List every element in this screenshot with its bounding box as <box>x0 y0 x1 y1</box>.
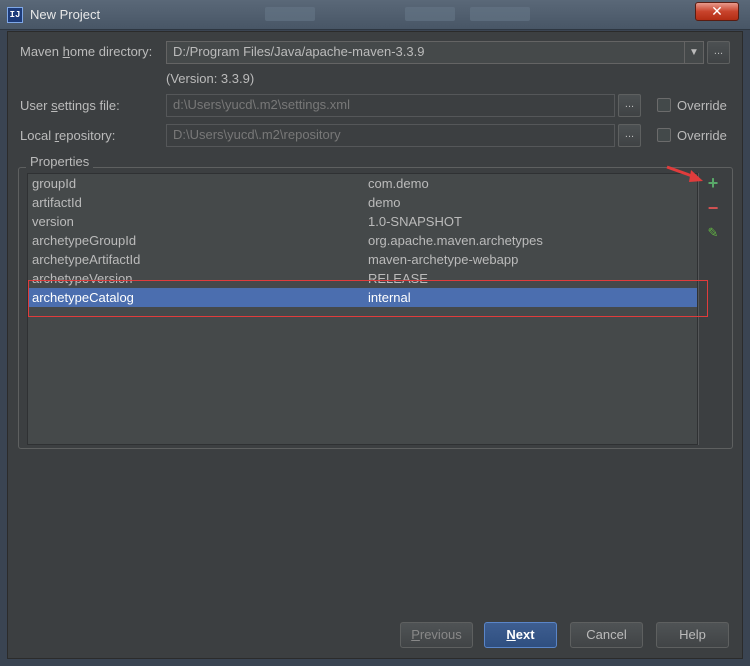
local-repository-label: Local repository: <box>20 128 116 143</box>
local-repository-field[interactable]: D:\Users\yucd\.m2\repository <box>166 124 615 147</box>
table-row[interactable]: archetypeGroupId org.apache.maven.archet… <box>28 231 697 250</box>
next-button[interactable]: Next <box>484 622 557 648</box>
property-value: maven-archetype-webapp <box>368 252 519 267</box>
property-value: com.demo <box>368 176 429 191</box>
annotation-arrow-icon <box>666 165 703 182</box>
property-value: org.apache.maven.archetypes <box>368 233 543 248</box>
property-key: groupId <box>32 176 77 191</box>
intellij-app-icon: IJ <box>7 7 23 23</box>
maven-home-value: D:/Program Files/Java/apache-maven-3.3.9 <box>173 44 425 59</box>
add-property-icon[interactable]: + <box>706 174 720 192</box>
background-window-blur <box>405 7 455 21</box>
background-window-blur <box>265 7 315 21</box>
property-value: RELEASE <box>368 271 428 286</box>
properties-toolbar: + − ✎ <box>698 173 726 445</box>
user-settings-override-label[interactable]: Override <box>677 98 727 113</box>
property-value: 1.0-SNAPSHOT <box>368 214 462 229</box>
user-settings-label: User settings file: <box>20 98 120 113</box>
table-row-selected[interactable]: archetypeCatalog internal <box>28 288 697 307</box>
close-window-button[interactable]: ✕ <box>695 2 739 21</box>
cancel-button[interactable]: Cancel <box>570 622 643 648</box>
maven-home-combobox[interactable]: D:/Program Files/Java/apache-maven-3.3.9… <box>166 41 704 64</box>
background-window-blur <box>470 7 530 21</box>
property-key: artifactId <box>32 195 82 210</box>
properties-title: Properties <box>26 154 94 169</box>
table-row[interactable]: archetypeArtifactId maven-archetype-weba… <box>28 250 697 269</box>
property-key: version <box>32 214 74 229</box>
previous-button[interactable]: Previous <box>400 622 473 648</box>
dialog-content: Maven home directory: D:/Program Files/J… <box>7 31 743 659</box>
property-key: archetypeCatalog <box>32 290 134 305</box>
remove-property-icon[interactable]: − <box>706 199 720 217</box>
property-value: demo <box>368 195 401 210</box>
local-repository-override-checkbox[interactable] <box>657 128 671 142</box>
table-row[interactable]: archetypeVersion RELEASE <box>28 269 697 288</box>
help-button[interactable]: Help <box>656 622 729 648</box>
edit-property-icon[interactable]: ✎ <box>706 226 720 240</box>
window-title: New Project <box>30 7 101 22</box>
properties-table[interactable]: groupId com.demo artifactId demo version… <box>27 173 698 445</box>
property-key: archetypeGroupId <box>32 233 137 248</box>
property-key: archetypeVersion <box>32 271 133 286</box>
maven-home-browse-button[interactable]: ... <box>707 41 730 64</box>
user-settings-override-checkbox[interactable] <box>657 98 671 112</box>
table-row[interactable]: version 1.0-SNAPSHOT <box>28 212 697 231</box>
table-row[interactable]: groupId com.demo <box>28 174 697 193</box>
maven-version-note: (Version: 3.3.9) <box>166 71 255 86</box>
maven-home-label: Maven home directory: <box>20 44 153 59</box>
local-repository-override-label[interactable]: Override <box>677 128 727 143</box>
local-repository-browse-button[interactable]: ... <box>618 124 641 147</box>
title-bar: IJ New Project ✕ <box>0 0 750 30</box>
user-settings-browse-button[interactable]: ... <box>618 94 641 117</box>
dropdown-arrow-icon[interactable]: ▼ <box>684 42 703 63</box>
table-row[interactable]: artifactId demo <box>28 193 697 212</box>
user-settings-field[interactable]: d:\Users\yucd\.m2\settings.xml <box>166 94 615 117</box>
property-key: archetypeArtifactId <box>32 252 141 267</box>
property-value: internal <box>368 290 411 305</box>
